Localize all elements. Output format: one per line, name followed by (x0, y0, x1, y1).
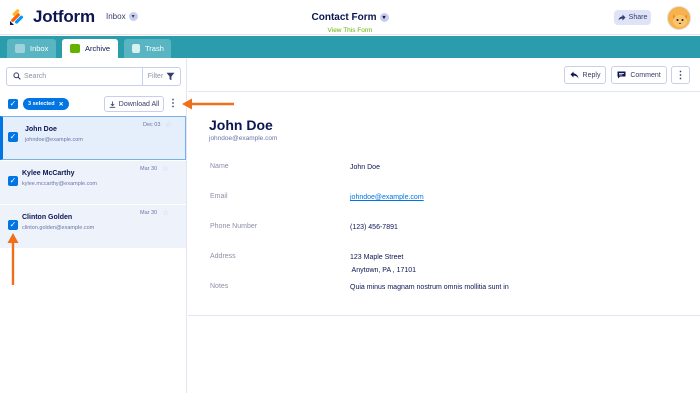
share-button[interactable]: Share (614, 10, 651, 25)
more-actions-button[interactable]: ⋮ (671, 66, 690, 84)
field-label-phone: Phone Number (210, 223, 258, 230)
field-value-email[interactable]: johndoe@example.com (350, 191, 424, 204)
tab-archive[interactable]: Archive (62, 39, 118, 58)
submitter-email: clinton.golden@example.com (22, 225, 95, 231)
download-all-label: Download All (118, 100, 160, 108)
submission-row[interactable]: ✓ John Doe johndoe@example.com Dec 03 ☆ (0, 116, 186, 160)
chevron-down-icon: ▾ (128, 12, 138, 21)
folder-tab-bar: Inbox Archive Trash (0, 36, 700, 58)
select-all-checkbox[interactable]: ✓ (8, 99, 18, 109)
submission-title: John Doe (209, 117, 273, 133)
field-value-address: 123 Maple Street Anytown, PA , 17101 (350, 251, 416, 277)
detail-divider (188, 315, 700, 316)
filter-button[interactable]: Filter (142, 68, 180, 85)
row-checkbox[interactable]: ✓ (8, 220, 18, 230)
filter-icon (166, 72, 175, 81)
form-title: Contact Form (311, 12, 377, 23)
submission-list-pane: Search Filter ✓ 3 selected ✕ Download Al… (0, 58, 187, 393)
form-title-dropdown[interactable]: Contact Form ▾ (312, 12, 389, 23)
selected-count-label: 3 selected (28, 101, 55, 107)
detail-toolbar: Reply Comment ⋮ (188, 58, 700, 92)
submission-date: Mar 30 (140, 166, 158, 172)
reply-icon (570, 71, 579, 79)
address-line-1: 123 Maple Street (350, 254, 404, 261)
bulk-action-row: ✓ 3 selected ✕ Download All ⋮ (0, 94, 187, 116)
search-bar: Search Filter (6, 67, 181, 86)
more-vertical-icon: ⋮ (675, 69, 686, 81)
user-avatar-icon (668, 7, 690, 29)
tab-archive-label: Archive (85, 44, 111, 53)
field-label-name: Name (210, 163, 229, 170)
jotform-logo[interactable]: Jotform (8, 7, 95, 27)
submission-subtitle-email: johndoe@example.com (209, 135, 278, 142)
filter-label: Filter (147, 73, 164, 80)
address-line-2: Anytown, PA , 17101 (350, 267, 417, 274)
search-icon (10, 71, 24, 82)
reply-label: Reply (582, 71, 601, 79)
inbox-dropdown[interactable]: Inbox ▾ (106, 12, 138, 21)
submitter-email: johndoe@example.com (25, 137, 83, 143)
search-input[interactable]: Search (24, 73, 142, 80)
avatar[interactable] (667, 6, 691, 30)
comment-label: Comment (630, 71, 661, 79)
submitter-name: Kylee McCarthy (22, 170, 75, 177)
reply-button[interactable]: Reply (564, 66, 606, 84)
field-label-email: Email (210, 193, 228, 200)
trash-icon (132, 44, 140, 53)
star-icon[interactable]: ☆ (165, 120, 172, 129)
top-bar: Jotform Inbox ▾ Contact Form ▾ View This… (0, 0, 700, 35)
submitter-name: Clinton Golden (22, 214, 73, 221)
submission-date: Mar 30 (140, 210, 158, 216)
jotform-logo-icon (10, 9, 24, 25)
selected-count-badge[interactable]: 3 selected ✕ (23, 98, 69, 110)
annotation-arrow-right (182, 98, 234, 110)
field-value-phone: (123) 456-7891 (350, 224, 398, 231)
tab-trash-label: Trash (145, 44, 164, 53)
submitter-email: kylee.mccarthy@example.com (22, 181, 97, 187)
submission-row[interactable]: ✓ Clinton Golden clinton.golden@example.… (0, 205, 186, 249)
share-icon (618, 14, 626, 21)
star-icon[interactable]: ☆ (162, 164, 169, 173)
share-label: Share (628, 14, 648, 21)
download-icon (109, 101, 116, 108)
view-form-link[interactable]: View This Form (280, 27, 420, 34)
submission-date: Dec 03 (143, 122, 161, 128)
form-title-block: Contact Form ▾ View This Form (280, 7, 420, 34)
archive-icon (70, 44, 80, 53)
inbox-dropdown-label: Inbox (106, 12, 126, 21)
comment-icon (617, 71, 626, 79)
submission-row[interactable]: ✓ Kylee McCarthy kylee.mccarthy@example.… (0, 161, 186, 205)
field-value-notes: Quia minus magnam nostrum omnis mollitia… (350, 284, 509, 291)
submission-detail-pane: Reply Comment ⋮ John Doe johndoe@example… (188, 58, 700, 393)
tab-inbox-label: Inbox (30, 44, 49, 53)
row-checkbox[interactable]: ✓ (8, 132, 18, 142)
comment-button[interactable]: Comment (611, 66, 667, 84)
download-all-button[interactable]: Download All (104, 96, 164, 112)
tab-inbox[interactable]: Inbox (7, 39, 56, 58)
row-checkbox[interactable]: ✓ (8, 176, 18, 186)
field-label-address: Address (210, 253, 236, 260)
annotation-arrow-up (7, 233, 19, 285)
field-value-name: John Doe (350, 164, 380, 171)
inbox-icon (15, 44, 25, 53)
star-icon[interactable]: ☆ (162, 208, 169, 217)
brand-name: Jotform (33, 7, 95, 26)
close-icon[interactable]: ✕ (59, 101, 64, 108)
chevron-down-icon: ▾ (379, 13, 389, 22)
more-options-icon[interactable]: ⋮ (168, 97, 178, 111)
tab-trash[interactable]: Trash (124, 39, 171, 58)
submitter-name: John Doe (25, 126, 57, 133)
field-label-notes: Notes (210, 283, 229, 290)
